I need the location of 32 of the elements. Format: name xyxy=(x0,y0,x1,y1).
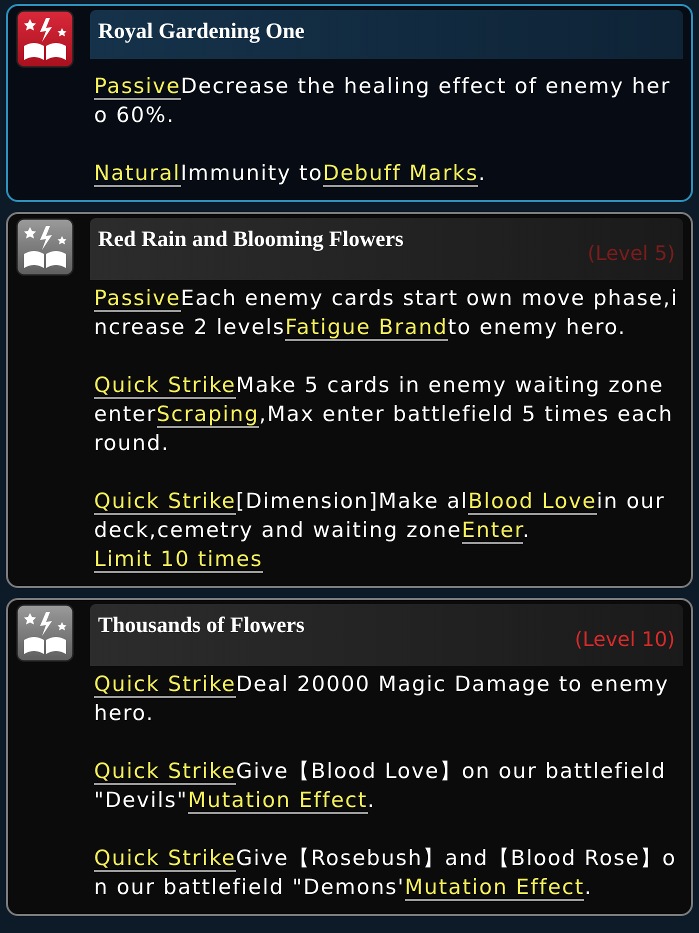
book-icon xyxy=(16,10,74,68)
skill-title: Thousands of Flowers xyxy=(98,611,305,639)
keyword-link[interactable]: Passive xyxy=(94,286,181,312)
skill-description: Quick Strike Deal 20000 Magic Damage to enemy hero. xyxy=(94,671,670,727)
keyword-link[interactable]: Blood Love xyxy=(468,489,597,515)
keyword-link[interactable]: Mutation Effect xyxy=(404,875,584,901)
keyword-link[interactable]: Quick Strike xyxy=(94,373,236,399)
skill-title: Red Rain and Blooming Flowers xyxy=(98,225,404,253)
skill-level: (Level 5) xyxy=(588,240,675,267)
keyword-link[interactable]: Enter xyxy=(462,518,523,544)
keyword-link[interactable]: Limit 10 times xyxy=(94,547,263,573)
keyword-link[interactable]: Natural xyxy=(94,161,181,187)
skill-title: Royal Gardening One xyxy=(98,17,305,45)
book-icon xyxy=(16,218,74,276)
keyword-link[interactable]: Passive xyxy=(94,74,181,100)
keyword-link[interactable]: Quick Strike xyxy=(94,672,236,698)
skill-description: Quick Strike Make 5 cards in enemy waiting zone enterScraping,Max enter battlefield 5 times each round. xyxy=(94,372,674,457)
skill-description: PassiveEach enemy cards start own move phase,increase 2 levelsFatigue Brandto enemy hero. xyxy=(94,285,679,342)
book-icon xyxy=(16,604,74,662)
keyword-link[interactable]: Fatigue Brand xyxy=(285,315,448,341)
keyword-link[interactable]: Scraping xyxy=(156,402,260,428)
skill-description: Quick Strike[Dimension]Make al Blood Lovein our deck,cemetry and waiting zoneEnter. Limit 10 times xyxy=(94,488,666,574)
keyword-link[interactable]: Mutation Effect xyxy=(188,788,368,814)
skill-description: PassiveDecrease the healing effect of enemy hero 60%. xyxy=(94,73,672,129)
skill-description: Quick StrikeGive【Rosebush】and【Blood Rose】on our battlefield "Demons'Mutation Effect. xyxy=(94,845,678,902)
skill-level: (Level 10) xyxy=(574,626,675,653)
keyword-link[interactable]: Debuff Marks xyxy=(322,161,478,187)
keyword-link[interactable]: Quick Strike xyxy=(94,489,236,515)
keyword-link[interactable]: Quick Strike xyxy=(94,759,236,785)
skill-description: Quick StrikeGive【Blood Love】on our battlefield "Devils"Mutation Effect. xyxy=(94,758,668,815)
skill-description: Natural Immunity to Debuff Marks. xyxy=(94,160,488,188)
keyword-link[interactable]: Quick Strike xyxy=(94,846,236,872)
